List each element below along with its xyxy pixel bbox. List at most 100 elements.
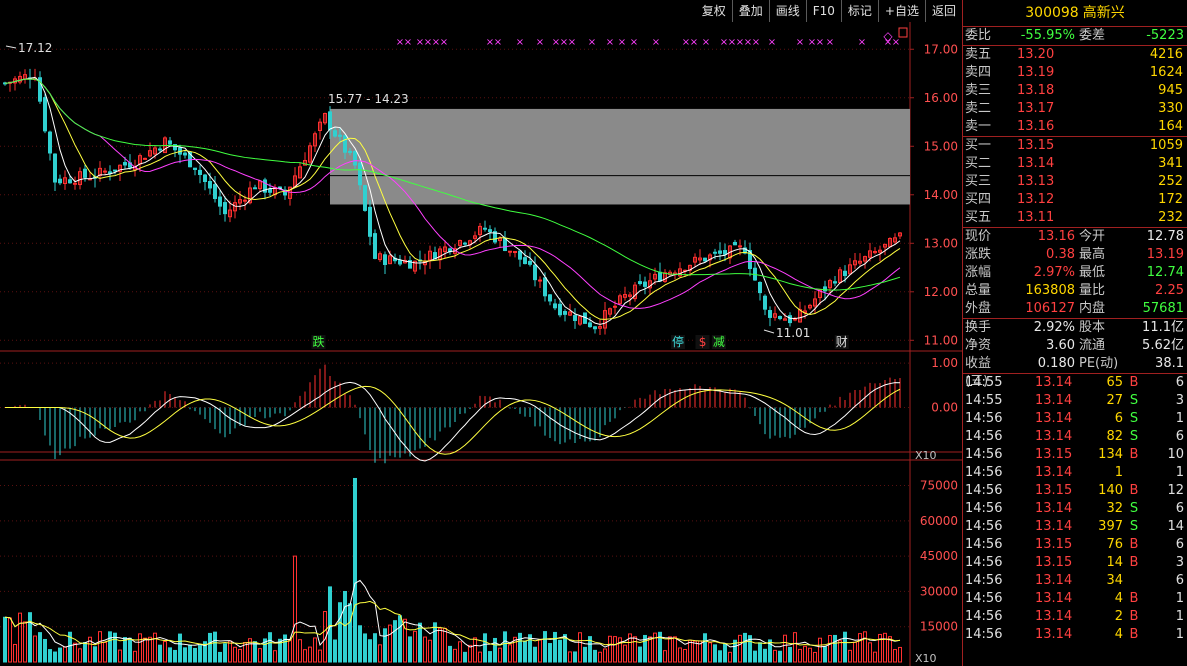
volume-bar — [3, 616, 7, 663]
tick-count: 1 — [1175, 627, 1184, 642]
candle-body — [123, 162, 127, 166]
tick-row[interactable]: 14:56 13.14 4 B 1 — [963, 590, 1187, 608]
volume-bar — [498, 647, 502, 663]
tick-row[interactable]: 14:55 13.14 65 B 6 — [963, 374, 1187, 392]
volume-bar — [368, 639, 372, 663]
candle-body — [613, 305, 617, 308]
marker-box-icon — [898, 27, 908, 38]
tick-row[interactable]: 14:55 13.14 27 S 3 — [963, 392, 1187, 410]
stat-row: 总量 163808 量比 2.25 — [963, 282, 1187, 300]
toolbar-button-6[interactable]: 返回 — [924, 0, 962, 22]
tick-side — [1123, 464, 1145, 482]
volume-bar — [493, 637, 497, 663]
volume-bar — [808, 647, 812, 663]
volume-bar — [548, 643, 552, 663]
macd-dea-line — [5, 385, 901, 455]
tick-price: 13.14 — [1035, 411, 1073, 426]
toolbar-button-1[interactable]: 叠加 — [731, 0, 769, 22]
volume-bar — [183, 647, 187, 663]
tick-price: 13.14 — [1035, 573, 1073, 588]
volume-bar — [423, 636, 427, 663]
volume-bar — [408, 636, 412, 663]
toolbar-button-2[interactable]: 画线 — [768, 0, 806, 22]
candle-body — [213, 184, 217, 200]
tick-volume: 397 — [1098, 519, 1123, 534]
top-marker: × — [892, 37, 900, 48]
macd-dif-line — [5, 381, 901, 462]
tick-row[interactable]: 14:56 13.14 2 B 1 — [963, 608, 1187, 626]
tick-row[interactable]: 14:56 13.14 4 B 1 — [963, 626, 1187, 644]
tick-time: 14:56 — [965, 609, 1003, 624]
tick-count: 6 — [1175, 429, 1184, 444]
tick-row[interactable]: 14:56 13.14 1 1 — [963, 464, 1187, 482]
fund-value: 2.92% — [1033, 320, 1075, 335]
top-marker: × — [536, 37, 544, 48]
top-marker: × — [516, 37, 524, 48]
stat-label: 外盘 — [965, 301, 992, 316]
tick-row[interactable]: 14:56 13.14 397 S 14 — [963, 518, 1187, 536]
volume-bar — [268, 632, 272, 663]
tick-row[interactable]: 14:56 13.15 134 B 10 — [963, 446, 1187, 464]
chart-area[interactable]: 复权 叠加 画线 F10 标记 +自选 返回 17.00 16.00 15.00 14.00 13.… — [0, 0, 962, 666]
toolbar-button-3[interactable]: F10 — [805, 0, 841, 22]
volume-bar — [858, 633, 862, 663]
volume-bar — [353, 477, 357, 663]
volume-bar — [123, 637, 127, 663]
volume-bar — [363, 633, 367, 663]
asks-volume: 4216 — [1149, 47, 1183, 62]
tick-side: S — [1129, 501, 1139, 516]
volume-bar — [293, 555, 297, 663]
volume-bar — [173, 649, 177, 663]
toolbar-button-0[interactable]: 复权 — [695, 0, 732, 22]
toolbar-button-5[interactable]: +自选 — [877, 0, 925, 22]
volume-tick-label: 75000 — [920, 479, 958, 493]
tick-count: 6 — [1175, 375, 1184, 390]
volume-bar — [848, 649, 852, 663]
volume-bar — [333, 639, 337, 663]
tick-row[interactable]: 14:56 13.14 6 S 1 — [963, 410, 1187, 428]
tick-list[interactable]: 14:55 13.14 65 B 6 14:55 13.14 27 S 3 14:56 13.14 6 S… — [963, 374, 1187, 644]
tick-row[interactable]: 14:56 13.15 140 B 12 — [963, 482, 1187, 500]
asks-row: 卖二 13.17 330 — [963, 100, 1187, 118]
volume-bar — [633, 636, 637, 663]
volume-bar — [553, 631, 557, 663]
tick-row[interactable]: 14:56 13.14 34 6 — [963, 572, 1187, 590]
tick-row[interactable]: 14:56 13.14 82 S 6 — [963, 428, 1187, 446]
stat-label: 最高 — [1079, 247, 1106, 262]
volume-bar — [623, 644, 627, 663]
volume-bar — [338, 602, 342, 663]
tick-price: 13.15 — [1035, 483, 1073, 498]
tick-row[interactable]: 14:56 13.15 76 B 6 — [963, 536, 1187, 554]
stat-value: 106127 — [1025, 301, 1075, 316]
candle-body — [353, 151, 357, 166]
bids-price: 13.12 — [1017, 192, 1055, 207]
tick-price: 13.14 — [1035, 393, 1073, 408]
tick-side: B — [1129, 447, 1139, 462]
candle-body — [643, 281, 647, 287]
candle-body — [508, 250, 512, 253]
tick-row[interactable]: 14:56 13.15 14 B 3 — [963, 554, 1187, 572]
fund-row: 换手 2.92% 股本 11.1亿 — [963, 319, 1187, 337]
volume-bar — [253, 641, 257, 663]
kline-chart[interactable]: 17.00 16.00 15.00 14.00 13.00 12.00 11.00 1.00 0… — [0, 0, 962, 666]
stat-value: 13.16 — [1037, 229, 1075, 244]
volume-bar — [148, 636, 152, 663]
candle-body — [518, 250, 522, 260]
candle-body — [103, 170, 107, 173]
candle-body — [488, 229, 492, 233]
tick-volume: 6 — [1114, 411, 1123, 426]
toolbar-button-4[interactable]: 标记 — [840, 0, 878, 22]
volume-bar — [128, 637, 132, 663]
tick-row[interactable]: 14:56 13.14 32 S 6 — [963, 500, 1187, 518]
volume-bar — [78, 648, 82, 663]
volume-bar — [358, 625, 362, 663]
stock-title: 300098 高新兴 — [963, 0, 1187, 27]
volume-bar — [8, 617, 12, 663]
stat-label: 涨幅 — [965, 265, 992, 280]
volume-bar — [83, 642, 87, 663]
asks-row: 卖一 13.16 164 — [963, 118, 1187, 136]
volume-bar — [63, 646, 67, 663]
tick-count: 14 — [1167, 519, 1184, 534]
tick-price: 13.15 — [1035, 447, 1073, 462]
volume-bar — [398, 615, 402, 663]
